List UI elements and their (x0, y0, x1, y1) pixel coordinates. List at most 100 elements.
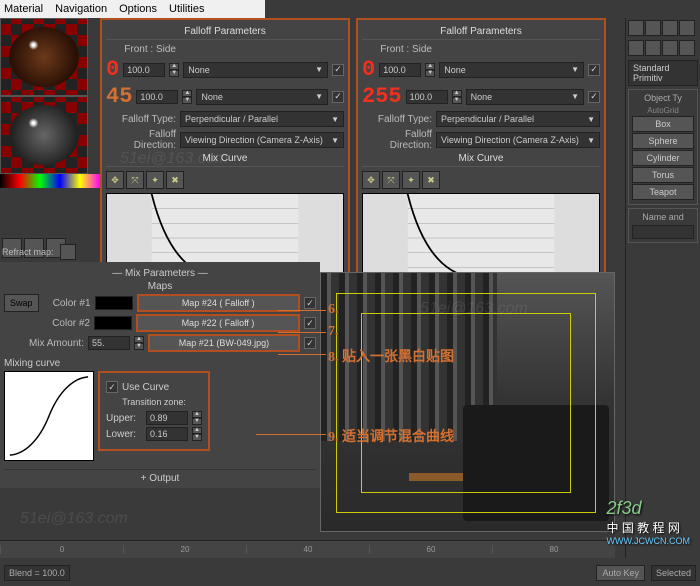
side-map-dropdown[interactable]: None▼ (196, 89, 328, 105)
mix-amount-map-button[interactable]: Map #21 (BW-049.jpg) (148, 334, 300, 352)
front-side-label: Front : Side (362, 44, 432, 55)
menu-utilities[interactable]: Utilities (169, 3, 204, 15)
front-map-dropdown[interactable]: None▼ (183, 62, 328, 78)
mix-params-title: — Mix Parameters — (4, 268, 316, 279)
falloff-type-label: Falloff Type: (106, 114, 176, 125)
upper-label: Upper: (106, 413, 142, 424)
refract-map-button[interactable] (60, 244, 76, 260)
front-amount-spinner[interactable]: 100.0 (123, 63, 165, 77)
side-map-enable-checkbox[interactable]: ✓ (588, 91, 600, 103)
side-value-display: 255 (362, 84, 402, 109)
color2-map-checkbox[interactable]: ✓ (304, 317, 316, 329)
mix-parameters-panel: — Mix Parameters — Maps Swap Color #1 Ma… (0, 262, 320, 488)
spinner-arrows[interactable]: ▲▼ (182, 90, 192, 104)
curve-toolbar: ✥ ⤧ ✦ ✖ (106, 171, 344, 189)
curve-scale-icon[interactable]: ⤧ (382, 171, 400, 189)
cylinder-button[interactable]: Cylinder (632, 150, 694, 166)
key-filter-dropdown[interactable]: Selected (651, 565, 696, 581)
material-slot-1[interactable] (0, 18, 88, 96)
lower-spinner[interactable]: 0.16 (146, 427, 188, 441)
autogrid-label: AutoGrid (632, 106, 694, 115)
upper-spinner[interactable]: 0.89 (146, 411, 188, 425)
maps-subtitle: Maps (4, 281, 316, 292)
side-map-enable-checkbox[interactable]: ✓ (332, 91, 344, 103)
color2-swatch[interactable] (94, 316, 132, 330)
spinner-arrows[interactable]: ▲▼ (169, 63, 179, 77)
material-slot-2[interactable] (0, 96, 88, 174)
modify-tab-icon[interactable] (645, 20, 661, 36)
use-curve-label: Use Curve (122, 382, 169, 393)
spinner-arrows[interactable]: ▲▼ (425, 63, 435, 77)
color1-map-button[interactable]: Map #24 ( Falloff ) (137, 294, 300, 312)
curve-move-icon[interactable]: ✥ (362, 171, 380, 189)
mix-amount-map-checkbox[interactable]: ✓ (304, 337, 316, 349)
output-rollout-header[interactable]: + Output (4, 469, 316, 484)
lower-label: Lower: (106, 429, 142, 440)
primitive-category-dropdown[interactable]: Standard Primitiv (628, 60, 698, 86)
geometry-icon[interactable] (628, 40, 644, 56)
spinner-arrows[interactable]: ▲▼ (452, 90, 462, 104)
teapot-button[interactable]: Teapot (632, 184, 694, 200)
lights-icon[interactable] (662, 40, 678, 56)
front-map-dropdown[interactable]: None▼ (439, 62, 584, 78)
cameras-icon[interactable] (679, 40, 695, 56)
curve-delete-icon[interactable]: ✖ (422, 171, 440, 189)
shapes-icon[interactable] (645, 40, 661, 56)
torus-button[interactable]: Torus (632, 167, 694, 183)
front-map-enable-checkbox[interactable]: ✓ (588, 64, 600, 76)
spinner-arrows[interactable]: ▲▼ (192, 411, 202, 425)
curve-move-icon[interactable]: ✥ (106, 171, 124, 189)
annotation-line-8 (278, 354, 326, 355)
swap-button[interactable]: Swap (4, 294, 39, 312)
side-value-display: 45 (106, 84, 132, 109)
spinner-arrows[interactable]: ▲▼ (192, 427, 202, 441)
color1-label: Color #1 (43, 298, 91, 309)
command-panel-tabs (628, 20, 698, 36)
motion-tab-icon[interactable] (679, 20, 695, 36)
curve-delete-icon[interactable]: ✖ (166, 171, 184, 189)
color1-map-checkbox[interactable]: ✓ (304, 297, 316, 309)
side-amount-spinner[interactable]: 100.0 (136, 90, 178, 104)
menu-material[interactable]: Material (4, 3, 43, 15)
falloff-direction-dropdown[interactable]: Viewing Direction (Camera Z-Axis)▼ (436, 132, 600, 148)
falloff-type-dropdown[interactable]: Perpendicular / Parallel▼ (180, 111, 344, 127)
menu-options[interactable]: Options (119, 3, 157, 15)
mix-amount-spinner[interactable]: 55. (88, 336, 130, 350)
color1-swatch[interactable] (95, 296, 133, 310)
falloff-header: Falloff Parameters (362, 26, 600, 40)
annotation-line-6 (278, 310, 326, 311)
front-amount-spinner[interactable]: 100.0 (379, 63, 421, 77)
use-curve-group: ✓ Use Curve Transition zone: Upper: 0.89… (98, 371, 210, 451)
time-slider[interactable]: 0 20 40 60 80 (0, 540, 615, 558)
curve-add-point-icon[interactable]: ✦ (402, 171, 420, 189)
box-button[interactable]: Box (632, 116, 694, 132)
sphere-button[interactable]: Sphere (632, 133, 694, 149)
tick-20: 20 (123, 545, 246, 554)
color2-map-button[interactable]: Map #22 ( Falloff ) (136, 314, 300, 332)
curve-scale-icon[interactable]: ⤧ (126, 171, 144, 189)
front-map-enable-checkbox[interactable]: ✓ (332, 64, 344, 76)
safe-frame-inner (361, 313, 571, 493)
autokey-button[interactable]: Auto Key (596, 565, 645, 581)
annotation-line-7 (278, 332, 326, 333)
mixing-curve-graph[interactable] (4, 371, 94, 461)
create-tab-icon[interactable] (628, 20, 644, 36)
hierarchy-tab-icon[interactable] (662, 20, 678, 36)
falloff-type-label: Falloff Type: (362, 114, 432, 125)
side-map-dropdown[interactable]: None▼ (466, 89, 584, 105)
falloff-direction-dropdown[interactable]: Viewing Direction (Camera Z-Axis)▼ (180, 132, 344, 148)
tick-80: 80 (492, 545, 615, 554)
falloff-type-dropdown[interactable]: Perpendicular / Parallel▼ (436, 111, 600, 127)
side-amount-spinner[interactable]: 100.0 (406, 90, 448, 104)
use-curve-checkbox[interactable]: ✓ (106, 381, 118, 393)
falloff-direction-label: Falloff Direction: (362, 129, 432, 151)
spinner-arrows[interactable]: ▲▼ (134, 336, 144, 350)
mix-curve-graph[interactable] (362, 193, 600, 283)
mixing-curve-label: Mixing curve (4, 358, 316, 369)
curve-add-point-icon[interactable]: ✦ (146, 171, 164, 189)
tick-60: 60 (369, 545, 492, 554)
front-value-display: 0 (362, 57, 375, 82)
status-bar: Blend = 100.0 Auto Key Selected (0, 560, 700, 586)
object-name-input[interactable] (632, 225, 694, 239)
menu-navigation[interactable]: Navigation (55, 3, 107, 15)
